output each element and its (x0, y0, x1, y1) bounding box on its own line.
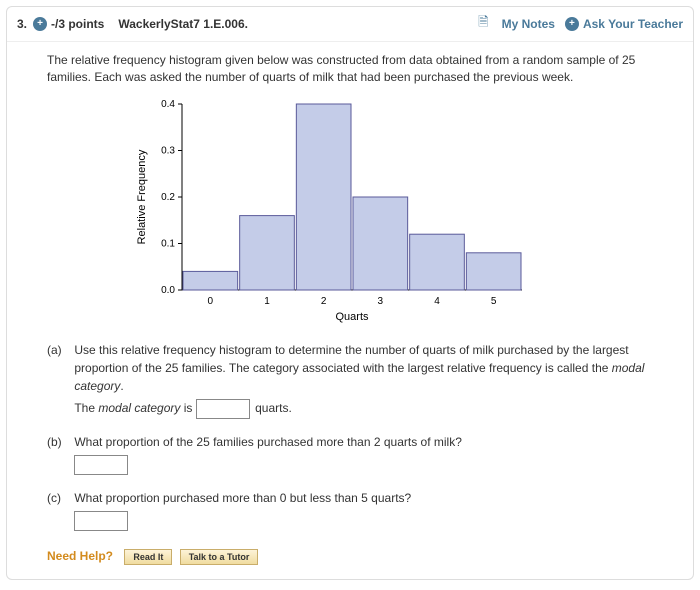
need-help-label: Need Help? (47, 549, 113, 563)
points-label: -/3 points (51, 17, 104, 31)
notes-icon: 🗎 (478, 13, 488, 35)
plus-icon: + (565, 17, 579, 31)
svg-text:Relative Frequency: Relative Frequency (136, 149, 148, 244)
svg-text:0: 0 (208, 296, 214, 307)
part-c-text: What proportion purchased more than 0 bu… (74, 491, 411, 505)
part-a-line2em: modal category (98, 401, 180, 415)
question-header: 3. + -/3 points WackerlyStat7 1.E.006. 🗎… (7, 7, 693, 41)
question-prompt: The relative frequency histogram given b… (47, 52, 653, 86)
question-body: The relative frequency histogram given b… (7, 41, 693, 579)
talk-to-tutor-button[interactable]: Talk to a Tutor (180, 549, 259, 565)
read-it-button[interactable]: Read It (124, 549, 172, 565)
question-reference: WackerlyStat7 1.E.006. (118, 17, 248, 31)
part-a: (a) Use this relative frequency histogra… (47, 341, 653, 419)
part-c: (c) What proportion purchased more than … (47, 489, 653, 531)
question-card: 3. + -/3 points WackerlyStat7 1.E.006. 🗎… (6, 6, 694, 580)
answer-input-b[interactable] (74, 455, 128, 475)
question-number: 3. (17, 17, 27, 31)
svg-text:5: 5 (491, 296, 497, 307)
svg-text:2: 2 (321, 296, 327, 307)
part-a-line2b: is (180, 401, 195, 415)
svg-text:0.4: 0.4 (161, 99, 175, 110)
part-b-text: What proportion of the 25 families purch… (74, 435, 462, 449)
svg-text:0.3: 0.3 (161, 145, 175, 156)
ask-teacher-link[interactable]: Ask Your Teacher (583, 17, 683, 31)
chart-svg: 0.0 0.1 0.2 0.3 0.4 0 1 2 3 4 5 Quarts Relative Freq… (127, 94, 547, 324)
part-a-label: (a) (47, 341, 71, 359)
svg-text:0.2: 0.2 (161, 192, 175, 203)
svg-text:1: 1 (264, 296, 270, 307)
part-b-label: (b) (47, 433, 71, 451)
part-b: (b) What proportion of the 25 families p… (47, 433, 653, 475)
part-c-label: (c) (47, 489, 71, 507)
svg-text:4: 4 (434, 296, 440, 307)
my-notes-link[interactable]: My Notes (502, 17, 555, 31)
expand-icon[interactable]: + (33, 17, 47, 31)
part-a-line2a: The (74, 401, 98, 415)
svg-text:0.1: 0.1 (161, 238, 175, 249)
help-row: Need Help? Read It Talk to a Tutor (47, 549, 653, 565)
part-a-period: . (120, 379, 123, 393)
answer-input-a[interactable] (196, 399, 250, 419)
svg-text:0.0: 0.0 (161, 285, 175, 296)
part-a-text: Use this relative frequency histogram to… (74, 343, 628, 375)
part-a-unit: quarts. (255, 401, 292, 415)
histogram-chart: 0.0 0.1 0.2 0.3 0.4 0 1 2 3 4 5 Quarts Relative Freq… (127, 94, 653, 327)
svg-text:3: 3 (378, 296, 384, 307)
answer-input-c[interactable] (74, 511, 128, 531)
svg-text:Quarts: Quarts (335, 311, 369, 323)
